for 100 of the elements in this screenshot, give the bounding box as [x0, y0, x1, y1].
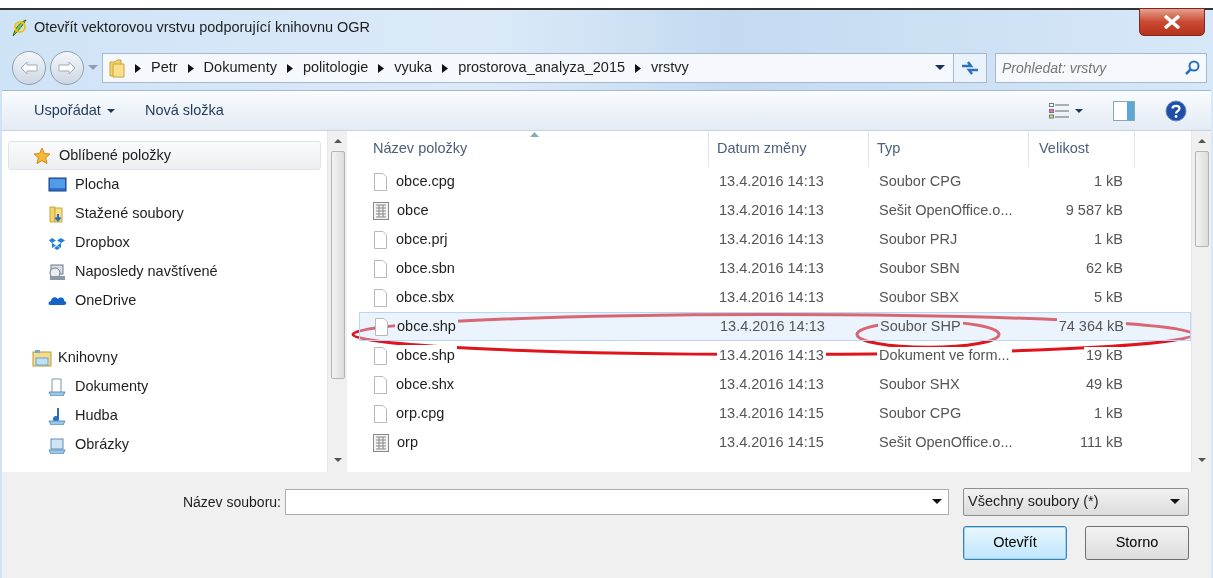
file-icon [373, 172, 388, 191]
file-row[interactable]: obce.sbn 13.4.2016 14:13 Soubor SBN 62 kB [359, 254, 1191, 283]
scroll-up-arrow-icon[interactable] [333, 139, 342, 143]
spreadsheet-file-icon [373, 433, 389, 452]
file-row[interactable]: obce 13.4.2016 14:13 Sešit OpenOffice.o... 9 587 kB [359, 196, 1191, 225]
column-header[interactable]: Název položky [359, 131, 709, 167]
close-button[interactable] [1139, 8, 1205, 36]
open-button[interactable]: Otevřít [963, 526, 1067, 560]
sidebar-item[interactable]: Stažené soubory [2, 199, 327, 228]
sidebar-item[interactable]: OneDrive [2, 286, 327, 315]
file-type: Soubor SHX [877, 375, 962, 392]
view-list-icon [1049, 102, 1069, 119]
file-type: Soubor CPG [877, 404, 964, 421]
app-icon [10, 18, 28, 38]
breadcrumb-item[interactable]: politologie [302, 57, 369, 79]
file-row[interactable]: obce.sbx 13.4.2016 14:13 Soubor SBX 5 kB [359, 283, 1191, 312]
column-header[interactable]: Velikost [1029, 131, 1135, 167]
file-row[interactable]: obce.shp 13.4.2016 14:13 Dokument ve form... 19 kB [359, 341, 1191, 370]
address-dropdown-icon[interactable] [935, 65, 945, 71]
sidebar-group[interactable]: Oblíbené položky [8, 141, 321, 170]
chevron-icon [442, 63, 449, 73]
sort-arrow-icon [529, 132, 539, 137]
file-icon [373, 404, 388, 423]
scroll-down-arrow-icon[interactable] [333, 458, 342, 462]
sidebar-item[interactable]: Obrázky [2, 430, 327, 459]
file-size: 1 kB [1092, 172, 1125, 189]
document-icon [48, 377, 67, 396]
monitor-icon [48, 175, 67, 194]
file-size: 49 kB [1083, 375, 1125, 392]
breadcrumb-item[interactable]: Dokumenty [203, 57, 277, 79]
file-size: 111 kB [1078, 433, 1125, 450]
file-size: 5 kB [1092, 288, 1125, 305]
caret-icon [1075, 108, 1083, 113]
file-row[interactable]: obce.cpg 13.4.2016 14:13 Soubor CPG 1 kB [359, 167, 1191, 196]
folder-icon [109, 58, 125, 78]
window-title: Otevřít vektorovou vrstvu podporující knihovnu OGR [34, 18, 371, 38]
chevron-icon [135, 63, 141, 73]
file-type: Sešit OpenOffice.o... [877, 433, 1015, 450]
forward-button[interactable] [50, 51, 84, 85]
chevron-icon [378, 63, 385, 73]
dropdown-caret-icon [1170, 499, 1180, 505]
file-row[interactable]: orp.cpg 13.4.2016 14:15 Soubor CPG 1 kB [359, 399, 1191, 428]
recent-places-icon [48, 262, 67, 281]
star-icon [33, 146, 53, 165]
file-icon [373, 375, 388, 394]
sidebar-group[interactable]: Knihovny [8, 343, 321, 372]
caret-icon [106, 108, 115, 113]
refresh-button[interactable] [953, 53, 987, 83]
scrollbar-thumb[interactable] [1194, 151, 1209, 247]
breadcrumb-item[interactable]: Petr [151, 57, 178, 79]
file-name-label: Název souboru: [182, 492, 281, 512]
sidebar-scrollbar[interactable] [327, 131, 347, 472]
column-header[interactable]: Datum změny [709, 131, 869, 167]
file-name-field[interactable] [285, 489, 949, 515]
chevron-icon [187, 63, 194, 73]
breadcrumb-item[interactable]: vyuka [394, 57, 433, 79]
file-type-dropdown[interactable]: Všechny soubory (*) [963, 488, 1189, 516]
file-type: Dokument ve form... [877, 346, 1012, 363]
close-icon [1163, 15, 1181, 29]
help-icon [1165, 99, 1187, 122]
file-type: Soubor CPG [877, 172, 964, 189]
scroll-down-arrow-icon[interactable] [1197, 458, 1206, 462]
file-size: 62 kB [1083, 259, 1125, 276]
file-size: 74 364 kB [1056, 317, 1126, 334]
organize-menu-button[interactable]: Uspořádat [26, 95, 123, 126]
sidebar-item[interactable]: Dropbox [2, 228, 327, 257]
back-arrow-icon [20, 61, 38, 75]
file-row[interactable]: obce.prj 13.4.2016 14:13 Soubor PRJ 1 kB [359, 225, 1191, 254]
toolbar-button[interactable]: Nová složka [136, 95, 232, 126]
search-field[interactable]: Prohledat: vrstvy [995, 53, 1207, 83]
file-row[interactable]: orp 13.4.2016 14:15 Sešit OpenOffice.o... 111 kB [359, 428, 1191, 457]
sidebar-item[interactable]: Dokumenty [2, 372, 327, 401]
breadcrumb-item[interactable]: prostorova_analyza_2015 [458, 57, 625, 79]
library-folder-icon [32, 348, 52, 367]
scrollbar-thumb[interactable] [330, 151, 345, 379]
sidebar-item[interactable]: Plocha [2, 170, 327, 199]
file-row[interactable]: obce.shx 13.4.2016 14:13 Soubor SHX 49 kB [359, 370, 1191, 399]
refresh-arrows-icon [961, 60, 979, 76]
file-type: Soubor SHP [878, 317, 963, 334]
cancel-button[interactable]: Storno [1085, 526, 1189, 560]
sidebar-item[interactable]: Hudba [2, 401, 327, 430]
back-button[interactable] [12, 51, 46, 85]
column-header[interactable]: Typ [869, 131, 1029, 167]
file-icon [373, 288, 388, 307]
scroll-up-arrow-icon[interactable] [1197, 139, 1206, 143]
file-icon [373, 346, 388, 365]
file-type: Soubor SBX [877, 288, 961, 305]
breadcrumb-item[interactable]: vrstvy [651, 57, 689, 79]
file-icon [373, 259, 388, 278]
file-list-scrollbar[interactable] [1191, 131, 1211, 472]
file-size: 9 587 kB [1063, 201, 1125, 218]
address-bar[interactable]: Petr Dokumenty politologie vyuka prostorova_analyza_2015 vrstvy [102, 53, 954, 83]
preview-pane-icon [1113, 100, 1135, 121]
search-icon [1184, 60, 1200, 76]
forward-arrow-icon [58, 61, 76, 75]
file-type: Soubor SBN [877, 259, 962, 276]
file-row[interactable]: obce.shp 13.4.2016 14:13 Soubor SHP 74 364 kB [359, 312, 1191, 341]
sidebar-item[interactable]: Naposledy navštívené [2, 257, 327, 286]
chevron-icon [635, 63, 641, 73]
file-icon [374, 317, 389, 336]
